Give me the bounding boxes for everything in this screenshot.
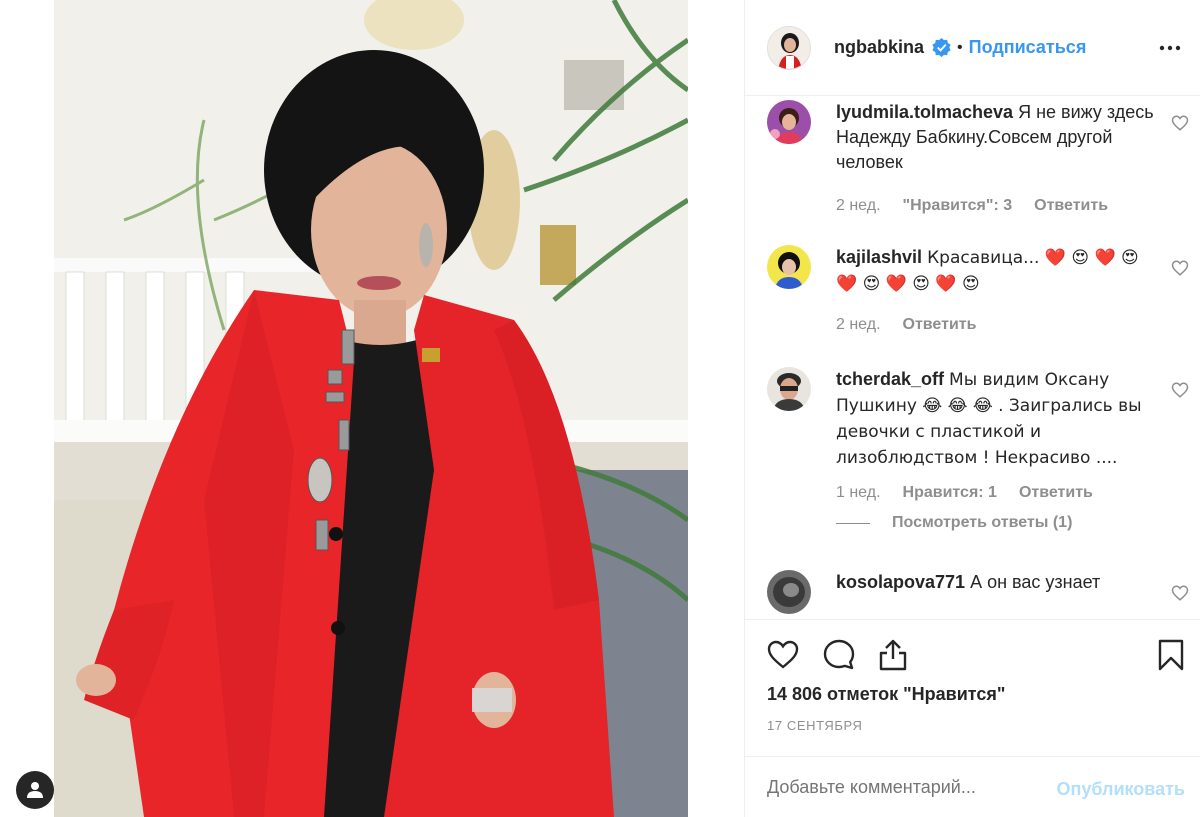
comment-input[interactable] xyxy=(767,777,1027,798)
comment-time[interactable]: 2 нед. xyxy=(836,197,881,215)
separator-dot: • xyxy=(957,38,963,56)
post-header: ngbabkina • Подписаться xyxy=(745,0,1200,96)
comment-text-block: tcherdak_off Мы видим Оксану Пушкину 😂 😂… xyxy=(836,367,1156,471)
heart-icon[interactable] xyxy=(766,638,800,672)
publish-button[interactable]: Опубликовать xyxy=(1056,779,1185,800)
post-photo[interactable] xyxy=(54,0,688,817)
likes-count[interactable]: 14 806 отметок "Нравится" xyxy=(767,684,1005,705)
comment-username[interactable]: kajilashvil xyxy=(836,247,922,267)
post-date[interactable]: 17 СЕНТЯБРЯ xyxy=(767,718,862,733)
view-replies-button[interactable]: Посмотреть ответы (1) xyxy=(836,514,1072,532)
bookmark-icon[interactable] xyxy=(1154,638,1188,672)
commenter-avatar[interactable] xyxy=(767,570,811,614)
comment-meta: 2 нед. Ответить xyxy=(836,316,976,334)
comments-list[interactable]: lyudmila.tolmacheva Я не вижу здесь Наде… xyxy=(745,97,1200,619)
comment-username[interactable]: kosolapova771 xyxy=(836,572,965,592)
comment-likes[interactable]: "Нравится": 3 xyxy=(903,197,1013,215)
replies-divider xyxy=(836,522,870,524)
comment-text-block: kosolapova771 А он вас узнает xyxy=(836,570,1156,595)
commenter-avatar[interactable] xyxy=(767,100,811,144)
comment-icon[interactable] xyxy=(822,638,856,672)
heart-icon[interactable] xyxy=(1171,584,1189,602)
comment-text-block: lyudmila.tolmacheva Я не вижу здесь Наде… xyxy=(836,100,1156,175)
author-username[interactable]: ngbabkina xyxy=(834,37,924,58)
photo-area xyxy=(0,0,744,817)
comment-time[interactable]: 2 нед. xyxy=(836,316,881,334)
comment-meta: 1 нед. Нравится: 1 Ответить xyxy=(836,484,1093,502)
commenter-avatar[interactable] xyxy=(767,245,811,289)
author-avatar[interactable] xyxy=(767,25,811,70)
comment-username[interactable]: tcherdak_off xyxy=(836,369,944,389)
post-sidebar: ngbabkina • Подписаться lyudmila.tolmach… xyxy=(744,0,1200,817)
comment-likes[interactable]: Нравится: 1 xyxy=(903,484,997,502)
comment-text: А он вас узнает xyxy=(970,572,1101,592)
comment-text-block: kajilashvil Красавица... ❤️ 😍 ❤️ 😍 ❤️ 😍 … xyxy=(836,245,1156,297)
reply-button[interactable]: Ответить xyxy=(1034,197,1108,215)
reply-button[interactable]: Ответить xyxy=(903,316,977,334)
more-options-icon[interactable] xyxy=(1158,36,1182,60)
user-tag-icon xyxy=(27,782,43,798)
share-icon[interactable] xyxy=(876,638,910,672)
verified-badge-icon xyxy=(932,38,951,57)
reply-button[interactable]: Ответить xyxy=(1019,484,1093,502)
heart-icon[interactable] xyxy=(1171,381,1189,399)
comment-username[interactable]: lyudmila.tolmacheva xyxy=(836,102,1013,122)
comment-time[interactable]: 1 нед. xyxy=(836,484,881,502)
follow-button[interactable]: Подписаться xyxy=(969,37,1087,58)
user-tag-button[interactable] xyxy=(16,771,54,809)
comment-meta: 2 нед. "Нравится": 3 Ответить xyxy=(836,197,1108,215)
heart-icon[interactable] xyxy=(1171,259,1189,277)
commenter-avatar[interactable] xyxy=(767,367,811,411)
view-replies-label: Посмотреть ответы (1) xyxy=(892,514,1073,531)
add-comment-bar: Опубликовать xyxy=(745,756,1200,817)
heart-icon[interactable] xyxy=(1171,114,1189,132)
